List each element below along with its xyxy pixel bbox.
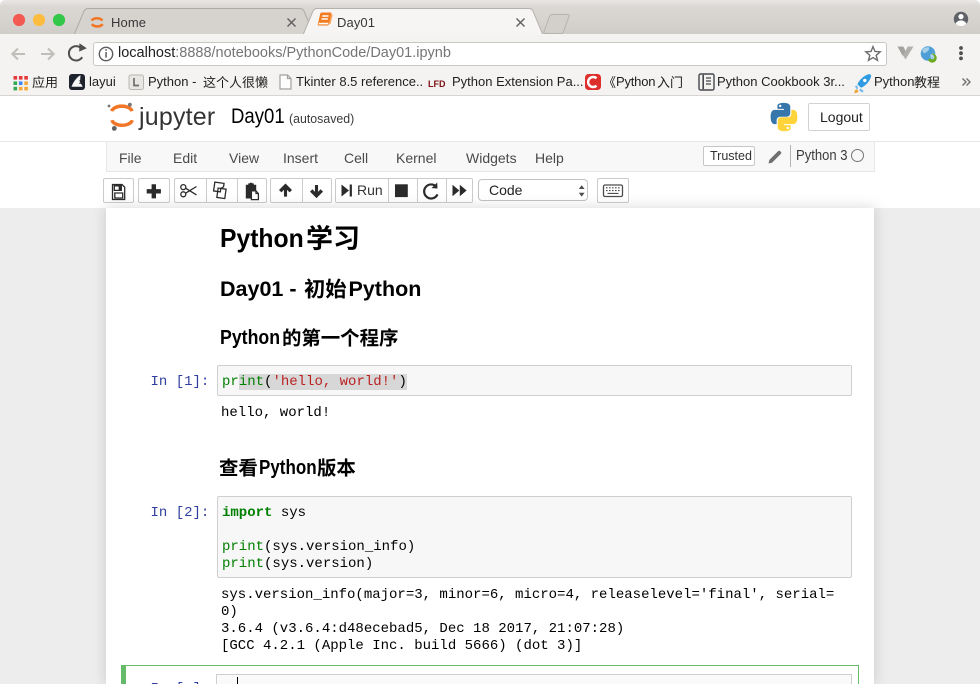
svg-text:LFD: LFD xyxy=(428,79,446,89)
